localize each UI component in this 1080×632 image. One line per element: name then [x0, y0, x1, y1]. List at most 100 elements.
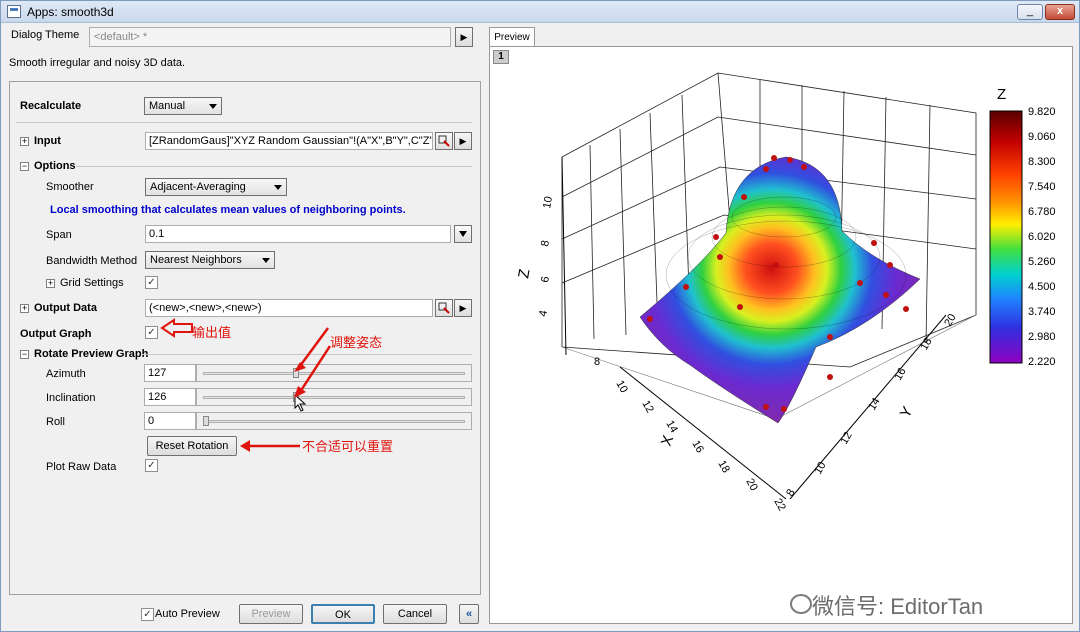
- dialog-description: Smooth irregular and noisy 3D data.: [9, 57, 186, 69]
- azimuth-label: Azimuth: [46, 368, 86, 380]
- red-arrow-icon: [240, 440, 300, 452]
- output-data-toggle[interactable]: +: [20, 304, 29, 313]
- smoother-select[interactable]: Adjacent-Averaging: [145, 178, 287, 196]
- range-select-icon[interactable]: [435, 132, 453, 150]
- input-range-field[interactable]: [ZRandomGaus]"XYZ Random Gaussian"!(A"X"…: [145, 132, 433, 150]
- inclination-label: Inclination: [46, 392, 96, 404]
- colorbar-tick: 3.740: [1028, 306, 1056, 318]
- settings-pane: Dialog Theme <default> * ▶ Smooth irregu…: [5, 23, 481, 629]
- y-tick-label: 14: [866, 396, 883, 413]
- y-tick-label: 12: [838, 430, 855, 447]
- wechat-icon: [790, 594, 812, 614]
- output-menu-button[interactable]: ▶: [454, 299, 472, 317]
- colorbar-gradient: [989, 110, 1023, 364]
- annotation-reset-hint: 不合适可以重置: [302, 439, 394, 454]
- x-tick-label: 8: [594, 356, 600, 368]
- collapse-panel-button[interactable]: «: [459, 604, 479, 624]
- cancel-button[interactable]: Cancel: [383, 604, 447, 624]
- roll-slider[interactable]: [196, 412, 472, 430]
- input-expand-toggle[interactable]: +: [20, 137, 29, 146]
- range-select-icon[interactable]: [435, 299, 453, 317]
- annotation-output-value: 输出值: [192, 325, 232, 340]
- azimuth-slider[interactable]: [196, 364, 472, 382]
- bandwidth-label: Bandwidth Method: [46, 255, 138, 267]
- tab-preview[interactable]: Preview: [489, 27, 535, 47]
- y-tick-label: 20: [942, 312, 959, 329]
- output-graph-label: Output Graph: [20, 328, 92, 340]
- output-graph-checkbox[interactable]: ✓: [145, 326, 158, 339]
- theme-menu-button[interactable]: ▶: [455, 27, 473, 47]
- ok-button[interactable]: OK: [311, 604, 375, 624]
- preview-button[interactable]: Preview: [239, 604, 303, 624]
- x-tick-label: 20: [743, 477, 760, 494]
- grid-settings-checkbox[interactable]: ✓: [145, 276, 158, 289]
- inclination-slider[interactable]: [196, 388, 472, 406]
- grid-settings-label: Grid Settings: [60, 277, 124, 289]
- span-input[interactable]: 0.1: [145, 225, 451, 243]
- y-axis-title: Y: [897, 404, 917, 421]
- slider-track: [203, 420, 465, 423]
- options-panel: Recalculate Manual + Input [ZRandomGaus]…: [9, 81, 481, 595]
- span-label: Span: [46, 229, 72, 241]
- smoother-value: Adjacent-Averaging: [150, 181, 246, 193]
- output-data-label: Output Data: [34, 302, 97, 314]
- recalculate-select[interactable]: Manual: [144, 97, 222, 115]
- y-tick-label: 18: [918, 336, 935, 353]
- annotation-adjust-pose: 调整姿态: [330, 335, 383, 350]
- close-button[interactable]: x: [1045, 4, 1075, 20]
- app-window: Apps: smooth3d _ x Dialog Theme <default…: [0, 0, 1080, 632]
- colorbar-tick: 6.780: [1028, 206, 1056, 218]
- roll-input[interactable]: 0: [144, 412, 196, 430]
- input-menu-button[interactable]: ▶: [454, 132, 472, 150]
- y-tick-label: 8: [784, 487, 797, 498]
- color-scale: Z 9.820 9.060 8.300 7.540 6.780 6.020 5.…: [989, 86, 1056, 368]
- span-dropdown-button[interactable]: [454, 225, 472, 243]
- reset-rotation-button[interactable]: Reset Rotation: [147, 436, 237, 456]
- azimuth-input[interactable]: 127: [144, 364, 196, 382]
- minimize-button[interactable]: _: [1017, 4, 1043, 20]
- surface-plot: 8 10 12 14 16 18 20 22 8 10 12 14 16 18 …: [515, 72, 1056, 513]
- options-label: Options: [34, 160, 76, 172]
- colorbar-tick: 7.540: [1028, 181, 1056, 193]
- output-data-field[interactable]: (<new>,<new>,<new>): [145, 299, 433, 317]
- colorbar-tick: 5.260: [1028, 256, 1056, 268]
- chevron-down-icon: [262, 258, 270, 263]
- dialog-theme-label: Dialog Theme: [11, 29, 80, 41]
- options-collapse-toggle[interactable]: −: [20, 162, 29, 171]
- y-tick-label: 16: [892, 366, 909, 383]
- colorbar-tick: 2.220: [1028, 356, 1056, 368]
- input-label: Input: [34, 135, 61, 147]
- colorbar-ticks: 9.820 9.060 8.300 7.540 6.780 6.020 5.26…: [1028, 106, 1056, 368]
- auto-preview-checkbox[interactable]: ✓: [141, 608, 154, 621]
- plot-raw-label: Plot Raw Data: [46, 461, 117, 473]
- red-arrow-icon: [160, 318, 193, 338]
- app-icon: [7, 5, 21, 18]
- inclination-input[interactable]: 126: [144, 388, 196, 406]
- x-tick-label: 16: [689, 439, 706, 456]
- z-tick-label: 4: [537, 309, 550, 317]
- rotate-collapse-toggle[interactable]: −: [20, 350, 29, 359]
- smoother-hint: Local smoothing that calculates mean val…: [50, 204, 406, 216]
- y-tick-label: 10: [812, 460, 829, 477]
- divider: [16, 122, 472, 123]
- colorbar-tick: 9.820: [1028, 106, 1056, 118]
- title-bar: Apps: smooth3d _ x: [1, 1, 1079, 23]
- z-tick-label: 6: [539, 275, 552, 283]
- slider-track: [203, 396, 465, 399]
- x-tick-label: 14: [663, 419, 680, 436]
- slider-thumb[interactable]: [203, 416, 209, 426]
- z-tick-label: 10: [541, 195, 555, 209]
- x-tick-label: 10: [613, 379, 630, 396]
- smoother-label: Smoother: [46, 181, 94, 193]
- rotate-label: Rotate Preview Graph: [34, 348, 149, 360]
- dialog-theme-field[interactable]: <default> *: [89, 27, 451, 47]
- bandwidth-select[interactable]: Nearest Neighbors: [145, 251, 275, 269]
- red-arrow-icon: [294, 327, 332, 398]
- plot-raw-checkbox[interactable]: ✓: [145, 459, 158, 472]
- colorbar-tick: 9.060: [1028, 131, 1056, 143]
- bandwidth-value: Nearest Neighbors: [150, 254, 242, 266]
- z-tick-label: 8: [539, 239, 552, 247]
- auto-preview-label: Auto Preview: [155, 608, 220, 620]
- grid-settings-toggle[interactable]: +: [46, 279, 55, 288]
- z-axis-title: Z: [515, 268, 533, 280]
